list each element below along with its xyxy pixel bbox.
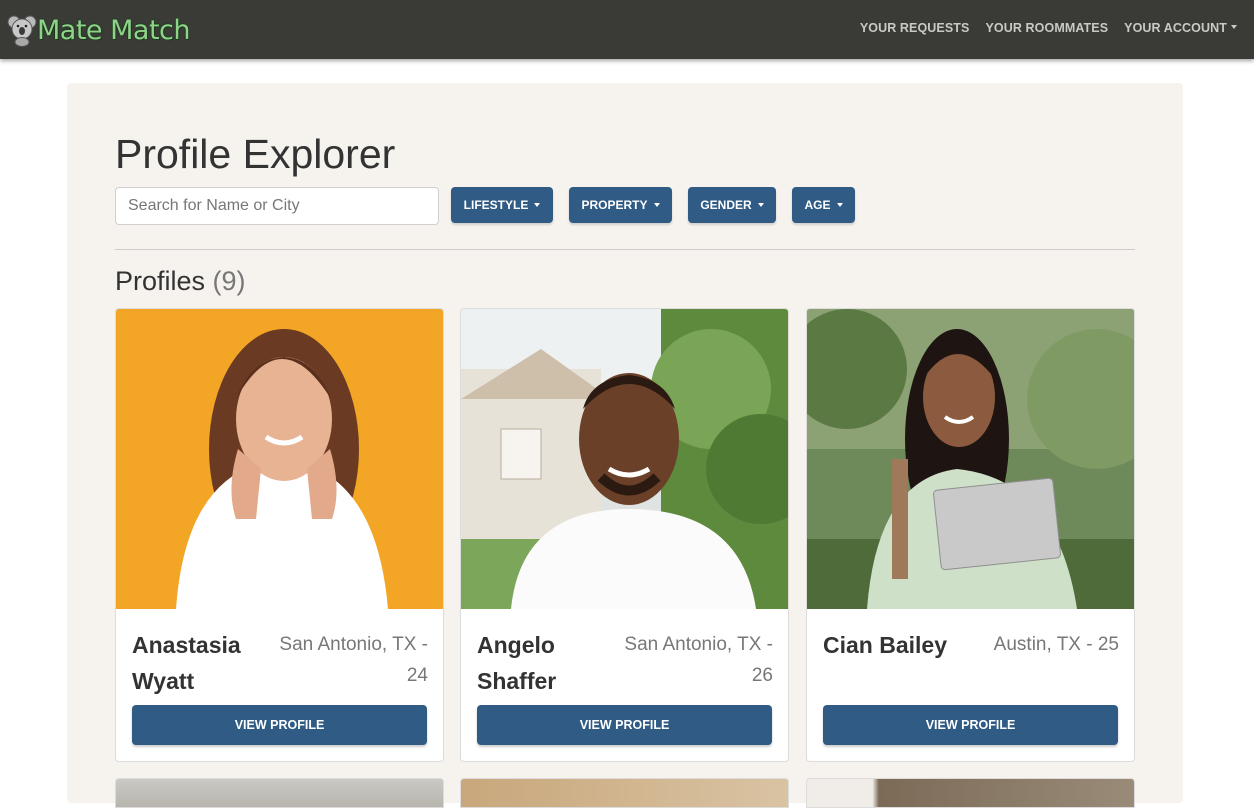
profile-name: Angelo Shaffer xyxy=(477,632,557,694)
profile-location-age: Austin, TX - 25 xyxy=(993,634,1119,655)
koala-icon xyxy=(7,15,37,47)
profile-photo xyxy=(461,309,788,609)
explorer-panel: Profile Explorer LIFESTYLE PROPERTY GEND… xyxy=(67,83,1183,808)
nav-your-account-dropdown[interactable]: YOUR ACCOUNT xyxy=(1124,21,1237,35)
filter-lifestyle-label: LIFESTYLE xyxy=(463,198,529,212)
profile-name: Cian Bailey xyxy=(823,632,947,658)
profiles-heading: Profiles (9) xyxy=(115,266,246,297)
filter-gender-button[interactable]: GENDER xyxy=(688,187,776,223)
view-profile-button[interactable]: VIEW PROFILE xyxy=(132,705,427,745)
profile-location-age: San Antonio, TX - 24 xyxy=(279,634,428,686)
profile-card: Angelo Shaffer San Antonio, TX - 26 VIEW… xyxy=(460,308,789,762)
section-divider xyxy=(115,249,1135,250)
nav-your-requests[interactable]: YOUR REQUESTS xyxy=(860,21,970,35)
profile-card: Cian Bailey Austin, TX - 25 VIEW PROFILE xyxy=(806,308,1135,762)
filter-age-button[interactable]: AGE xyxy=(792,187,855,223)
filter-property-button[interactable]: PROPERTY xyxy=(569,187,672,223)
chevron-down-icon xyxy=(752,198,764,212)
nav-links: YOUR REQUESTS YOUR ROOMMATES YOUR ACCOUN… xyxy=(860,21,1237,35)
profile-photo xyxy=(807,309,1134,609)
view-profile-button[interactable]: VIEW PROFILE xyxy=(823,705,1118,745)
profile-card: Anastasia Wyatt San Antonio, TX - 24 VIE… xyxy=(115,308,444,762)
nav-your-account-label: YOUR ACCOUNT xyxy=(1124,21,1227,35)
chevron-down-icon xyxy=(831,198,843,212)
brand-name: Mate Match xyxy=(37,14,191,46)
top-navbar: Mate Match YOUR REQUESTS YOUR ROOMMATES … xyxy=(0,0,1254,59)
brand-logo[interactable]: Mate Match xyxy=(7,11,191,49)
profile-photo xyxy=(116,309,443,609)
view-profile-button[interactable]: VIEW PROFILE xyxy=(477,705,772,745)
profiles-label: Profiles xyxy=(115,266,206,296)
nav-your-roommates[interactable]: YOUR ROOMMATES xyxy=(985,21,1108,35)
chevron-down-icon xyxy=(528,198,540,212)
filter-age-label: AGE xyxy=(804,198,831,212)
filter-gender-label: GENDER xyxy=(700,198,752,212)
profiles-count: (9) xyxy=(212,266,246,296)
chevron-down-icon xyxy=(648,198,660,212)
profile-name: Anastasia Wyatt xyxy=(132,632,241,694)
profile-location-age: San Antonio, TX - 26 xyxy=(624,634,773,686)
filter-property-label: PROPERTY xyxy=(581,198,648,212)
filter-lifestyle-button[interactable]: LIFESTYLE xyxy=(451,187,553,223)
search-input[interactable] xyxy=(115,187,439,225)
page-title: Profile Explorer xyxy=(115,131,396,177)
